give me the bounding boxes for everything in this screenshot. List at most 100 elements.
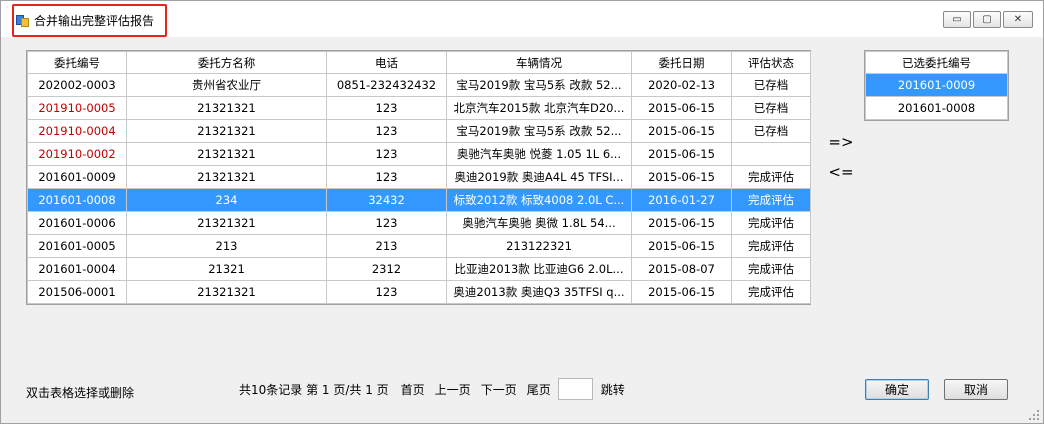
table-cell[interactable]: 完成评估 xyxy=(731,257,811,281)
table-cell[interactable]: 完成评估 xyxy=(731,211,811,235)
commission-grid[interactable]: 委托编号 委托方名称 电话 车辆情况 委托日期 评估状态 202002-0003… xyxy=(26,50,811,305)
app-icon xyxy=(16,14,30,28)
restore-button[interactable]: ▢ xyxy=(973,11,1001,28)
table-row[interactable]: 202002-0003 贵州省农业厅 0851-232432432 宝马2019款 宝… xyxy=(27,73,811,97)
table-row[interactable]: 201601-0009 21321321 123 奥迪2019款 奥迪A4L 45 T… xyxy=(27,165,811,189)
prev-page-link[interactable]: 上一页 xyxy=(435,381,471,398)
table-cell[interactable]: 201601-0008 xyxy=(27,188,127,212)
column-header-client-name[interactable]: 委托方名称 xyxy=(126,51,327,74)
table-cell[interactable]: 完成评估 xyxy=(731,280,811,304)
next-page-link[interactable]: 下一页 xyxy=(481,381,517,398)
table-cell[interactable]: 已存档 xyxy=(731,96,811,120)
column-header-phone[interactable]: 电话 xyxy=(326,51,447,74)
jump-link[interactable]: 跳转 xyxy=(601,381,625,398)
table-cell[interactable]: 21321321 xyxy=(126,280,327,304)
column-header-vehicle[interactable]: 车辆情况 xyxy=(446,51,632,74)
table-cell[interactable]: 201601-0005 xyxy=(27,234,127,258)
table-row[interactable]: 201601-0008 234 32432 标致2012款 标致4008 2.0L C… xyxy=(27,188,811,212)
table-cell[interactable]: 奥驰汽车奥驰 奥微 1.8L 54... xyxy=(446,211,632,235)
page-number-input[interactable] xyxy=(557,378,593,400)
table-cell[interactable]: 201601-0006 xyxy=(27,211,127,235)
remove-arrow-button[interactable]: <= xyxy=(827,157,855,187)
table-cell[interactable]: 201601-0009 xyxy=(27,165,127,189)
table-cell[interactable]: 2015-06-15 xyxy=(631,280,732,304)
table-cell[interactable]: 2015-06-15 xyxy=(631,119,732,143)
resize-grip-icon[interactable] xyxy=(1029,410,1039,420)
minimize-button[interactable]: ▭ xyxy=(943,11,971,28)
table-cell[interactable]: 标致2012款 标致4008 2.0L C... xyxy=(446,188,632,212)
table-cell[interactable]: 2020-02-13 xyxy=(631,73,732,97)
table-row[interactable]: 201601-0006 21321321 123 奥驰汽车奥驰 奥微 1.8L 54.… xyxy=(27,211,811,235)
table-cell[interactable]: 123 xyxy=(326,211,447,235)
table-cell[interactable]: 21321321 xyxy=(126,119,327,143)
table-cell[interactable]: 已存档 xyxy=(731,73,811,97)
table-row[interactable]: 201910-0005 21321321 123 北京汽车2015款 北京汽车D20.… xyxy=(27,96,811,120)
table-cell[interactable]: 2015-06-15 xyxy=(631,142,732,166)
table-cell[interactable]: 21321 xyxy=(126,257,327,281)
table-cell[interactable]: 完成评估 xyxy=(731,234,811,258)
cancel-button[interactable]: 取消 xyxy=(944,379,1008,400)
selected-list[interactable]: 已选委托编号 201601-0009 201601-0008 xyxy=(864,50,1009,121)
table-cell[interactable]: 201910-0004 xyxy=(27,119,127,143)
table-row[interactable]: 201601-0004 21321 2312 比亚迪2013款 比亚迪G6 2.0L.… xyxy=(27,257,811,281)
table-cell[interactable]: 0851-232432432 xyxy=(326,73,447,97)
table-cell[interactable]: 贵州省农业厅 xyxy=(126,73,327,97)
table-cell[interactable]: 2015-06-15 xyxy=(631,96,732,120)
table-row[interactable]: 201601-0005 213 213 213122321 2015-06-15 完成评估 xyxy=(27,234,811,258)
table-cell[interactable]: 202002-0003 xyxy=(27,73,127,97)
table-cell[interactable]: 奥迪2013款 奥迪Q3 35TFSI q... xyxy=(446,280,632,304)
table-cell[interactable]: 123 xyxy=(326,165,447,189)
first-page-link[interactable]: 首页 xyxy=(401,381,425,398)
table-cell[interactable]: 宝马2019款 宝马5系 改款 52... xyxy=(446,119,632,143)
table-cell[interactable]: 201506-0001 xyxy=(27,280,127,304)
table-cell[interactable]: 201910-0002 xyxy=(27,142,127,166)
table-cell[interactable]: 123 xyxy=(326,96,447,120)
table-cell[interactable]: 213122321 xyxy=(446,234,632,258)
table-cell[interactable]: 123 xyxy=(326,119,447,143)
transfer-buttons: => <= xyxy=(827,127,855,187)
column-header-status[interactable]: 评估状态 xyxy=(731,51,811,74)
table-cell[interactable]: 213 xyxy=(326,234,447,258)
table-cell[interactable]: 北京汽车2015款 北京汽车D20... xyxy=(446,96,632,120)
table-cell[interactable]: 123 xyxy=(326,280,447,304)
ok-button[interactable]: 确定 xyxy=(865,379,929,400)
selected-commission-no[interactable]: 201601-0008 xyxy=(865,96,1008,120)
selected-commission-no[interactable]: 201601-0009 xyxy=(865,73,1008,97)
column-header-date[interactable]: 委托日期 xyxy=(631,51,732,74)
title-bar: 合并输出完整评估报告 ▭ ▢ ✕ xyxy=(1,1,1043,37)
table-cell[interactable]: 21321321 xyxy=(126,165,327,189)
table-cell[interactable]: 完成评估 xyxy=(731,165,811,189)
table-row[interactable]: 201910-0002 21321321 123 奥驰汽车奥驰 悦菱 1.05 1L … xyxy=(27,142,811,166)
table-cell[interactable]: 奥迪2019款 奥迪A4L 45 TFSI... xyxy=(446,165,632,189)
column-header-commission-no[interactable]: 委托编号 xyxy=(27,51,127,74)
table-cell[interactable]: 2016-01-27 xyxy=(631,188,732,212)
list-item[interactable]: 201601-0009 xyxy=(865,73,1008,97)
table-cell[interactable]: 2015-06-15 xyxy=(631,211,732,235)
add-arrow-button[interactable]: => xyxy=(827,127,855,157)
table-cell[interactable]: 201910-0005 xyxy=(27,96,127,120)
table-cell[interactable]: 123 xyxy=(326,142,447,166)
table-cell[interactable]: 234 xyxy=(126,188,327,212)
table-cell[interactable]: 21321321 xyxy=(126,96,327,120)
table-cell[interactable] xyxy=(731,142,811,166)
table-cell[interactable]: 213 xyxy=(126,234,327,258)
table-cell[interactable]: 2015-06-15 xyxy=(631,234,732,258)
table-cell[interactable]: 2015-06-15 xyxy=(631,165,732,189)
table-cell[interactable]: 201601-0004 xyxy=(27,257,127,281)
table-cell[interactable]: 已存档 xyxy=(731,119,811,143)
table-cell[interactable]: 21321321 xyxy=(126,211,327,235)
table-cell[interactable]: 奥驰汽车奥驰 悦菱 1.05 1L 6... xyxy=(446,142,632,166)
table-cell[interactable]: 32432 xyxy=(326,188,447,212)
table-cell[interactable]: 2312 xyxy=(326,257,447,281)
close-button[interactable]: ✕ xyxy=(1003,11,1033,28)
last-page-link[interactable]: 尾页 xyxy=(527,381,551,398)
table-cell[interactable]: 比亚迪2013款 比亚迪G6 2.0L... xyxy=(446,257,632,281)
list-item[interactable]: 201601-0008 xyxy=(865,96,1008,120)
table-cell[interactable]: 21321321 xyxy=(126,142,327,166)
table-cell[interactable]: 宝马2019款 宝马5系 改款 52... xyxy=(446,73,632,97)
record-info: 共10条记录 第 1 页/共 1 页 xyxy=(239,382,389,397)
table-row[interactable]: 201506-0001 21321321 123 奥迪2013款 奥迪Q3 35TFS… xyxy=(27,280,811,304)
table-cell[interactable]: 完成评估 xyxy=(731,188,811,212)
table-cell[interactable]: 2015-08-07 xyxy=(631,257,732,281)
table-row[interactable]: 201910-0004 21321321 123 宝马2019款 宝马5系 改款 52… xyxy=(27,119,811,143)
